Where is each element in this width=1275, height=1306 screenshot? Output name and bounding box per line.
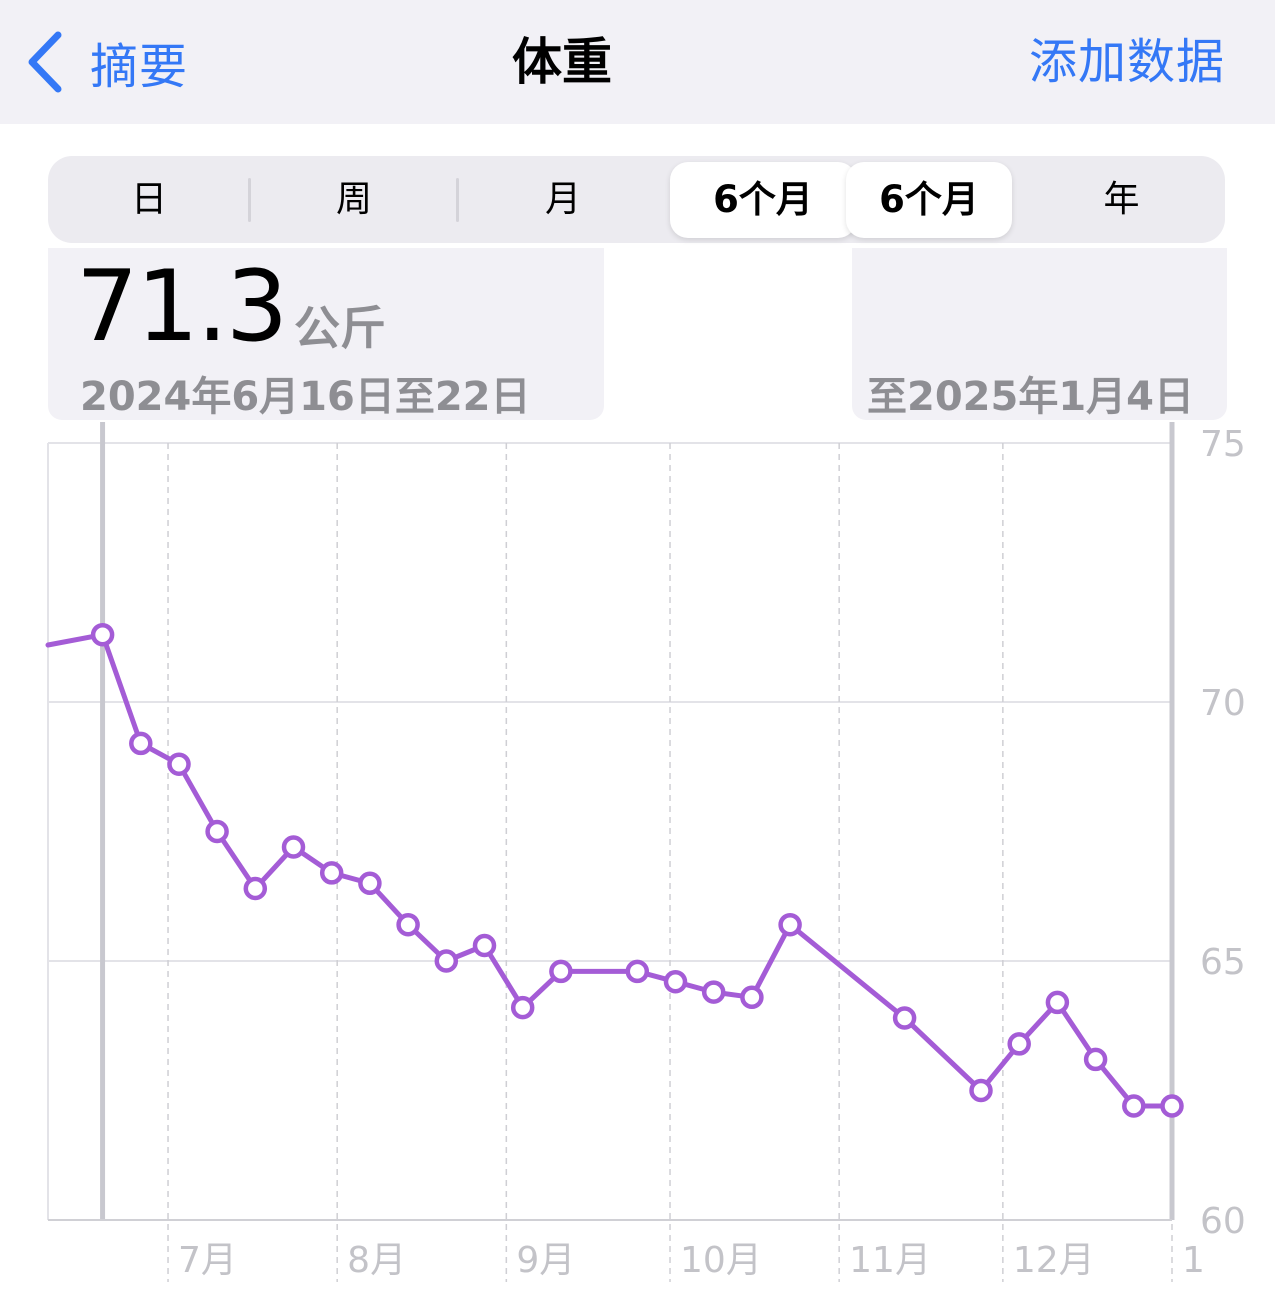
- date-range-start: 2024年6月16日至22日: [80, 374, 531, 420]
- data-point: [1045, 990, 1070, 1015]
- x-tick-label: 8月: [347, 1240, 406, 1281]
- summary-panel-fragment: 至2025年1月4日: [852, 248, 1227, 420]
- data-point: [740, 985, 764, 1010]
- data-point: [701, 980, 726, 1004]
- segment-year[interactable]: 年: [1018, 156, 1225, 243]
- x-tick-label: 9月: [516, 1240, 575, 1281]
- y-tick-label: 65: [1200, 942, 1246, 983]
- data-point: [472, 933, 497, 958]
- weight-value: 71.3: [76, 250, 288, 364]
- weight-unit: 公斤: [294, 301, 386, 355]
- data-point: [358, 871, 382, 896]
- segment-six-months-duplicate[interactable]: 6个月: [846, 162, 1012, 238]
- segment-week[interactable]: 周: [250, 156, 458, 243]
- data-point: [243, 876, 268, 901]
- time-range-segmented-control: 日 周 月 6个月 6个月 年: [48, 156, 1225, 243]
- data-point: [1160, 1094, 1184, 1118]
- y-tick-label: 60: [1200, 1201, 1246, 1242]
- segment-day[interactable]: 日: [48, 156, 250, 243]
- data-point: [969, 1078, 993, 1103]
- data-point: [1083, 1047, 1108, 1072]
- weight-series-line: [45, 632, 1175, 1109]
- data-point: [434, 949, 459, 973]
- date-range-end: 至2025年1月4日: [867, 374, 1194, 420]
- navigation-bar: 摘要 体重 添加数据: [0, 0, 1275, 124]
- data-point: [663, 969, 688, 994]
- data-point: [319, 861, 344, 885]
- data-point: [129, 731, 153, 756]
- data-point: [778, 912, 802, 937]
- summary-panel: 71.3 公斤 2024年6月16日至22日: [48, 248, 604, 420]
- x-tick-label: 12月: [1013, 1240, 1095, 1281]
- data-point: [281, 835, 306, 859]
- segment-month[interactable]: 月: [458, 156, 668, 243]
- data-point: [892, 1006, 917, 1030]
- add-data-button[interactable]: 添加数据: [1029, 0, 1225, 124]
- y-tick-label: 75: [1200, 424, 1246, 465]
- data-point: [167, 752, 191, 776]
- data-point: [625, 959, 650, 984]
- x-tick-label: 1: [1182, 1240, 1205, 1281]
- data-point: [1007, 1032, 1031, 1056]
- data-point: [549, 959, 573, 984]
- data-point: [205, 819, 229, 844]
- x-tick-label: 11月: [849, 1240, 931, 1281]
- x-tick-label: 10月: [680, 1240, 762, 1281]
- y-tick-label: 70: [1200, 683, 1246, 724]
- data-point: [510, 995, 535, 1020]
- data-point: [1122, 1094, 1146, 1118]
- segment-six-months-selected[interactable]: 6个月: [670, 162, 856, 238]
- data-point: [90, 622, 115, 647]
- page-title: 体重: [512, 33, 612, 91]
- x-tick-label: 7月: [178, 1240, 237, 1281]
- data-point: [396, 912, 420, 937]
